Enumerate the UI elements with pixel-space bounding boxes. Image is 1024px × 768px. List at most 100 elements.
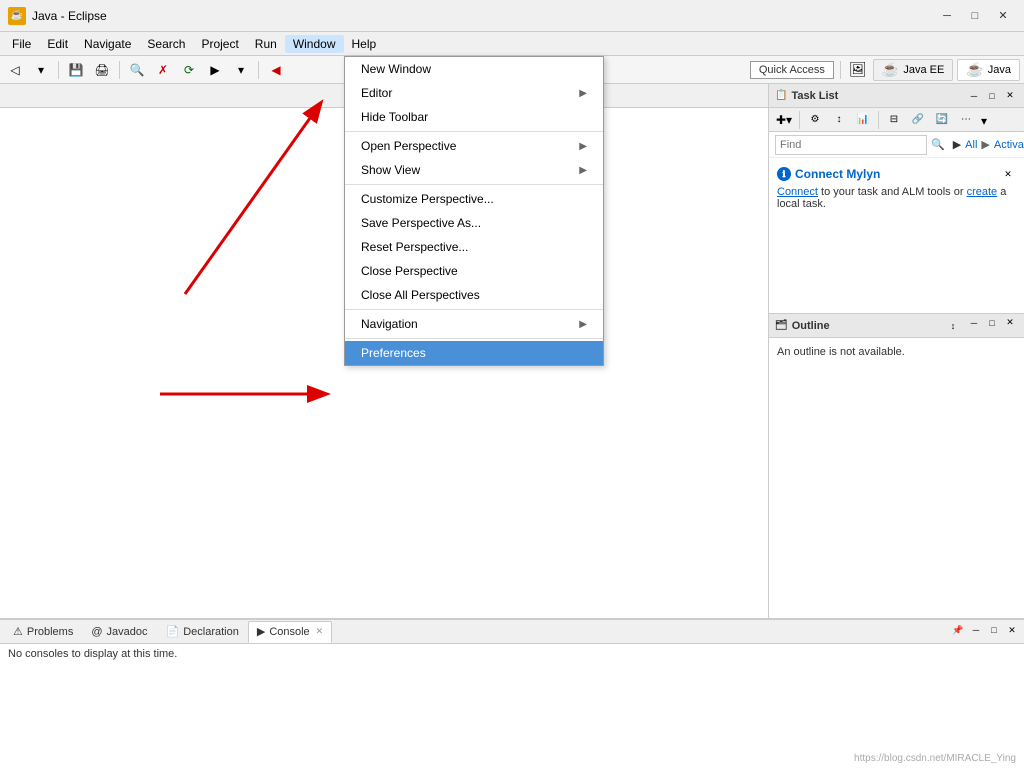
find-activate-chip[interactable]: Activate... [994, 139, 1024, 151]
bottom-maximize[interactable]: □ [986, 622, 1002, 638]
console-close[interactable]: ✕ [316, 626, 324, 637]
toolbar-sep-3 [258, 61, 259, 79]
mylyn-close[interactable]: ✕ [1000, 166, 1016, 182]
navigation-label: Navigation [361, 317, 418, 331]
persp-tab-javaee[interactable]: ☕ Java EE [873, 59, 953, 81]
tasklist-close[interactable]: ✕ [1002, 88, 1018, 104]
toolbar-save[interactable]: 💾 [65, 59, 87, 81]
app-icon: ☕ [8, 7, 26, 25]
task-filter[interactable]: ⚙ [804, 109, 826, 131]
menu-reset-perspective[interactable]: Reset Perspective... [345, 235, 603, 259]
toolbar-refresh[interactable]: ⟳ [178, 59, 200, 81]
quick-access-button[interactable]: Quick Access [750, 61, 834, 79]
persp-icon-btn[interactable]: 🖼 [847, 59, 869, 81]
menu-window[interactable]: Window [285, 35, 344, 53]
menu-search[interactable]: Search [139, 35, 193, 53]
outline-maximize[interactable]: □ [984, 315, 1000, 331]
menu-hide-toolbar[interactable]: Hide Toolbar [345, 105, 603, 129]
find-bar: 🔍 ▶ All ▶ Activate... [769, 132, 1024, 158]
tasklist-minimize[interactable]: ─ [966, 88, 982, 104]
window-dropdown-menu: New Window Editor ▶ Hide Toolbar Open Pe… [344, 56, 604, 366]
task-link[interactable]: 🔗 [907, 109, 929, 131]
window-controls: ─ □ ✕ [934, 5, 1016, 27]
find-arrow-icon: ▶ [953, 138, 961, 151]
menu-edit[interactable]: Edit [39, 35, 76, 53]
menu-customize-perspective[interactable]: Customize Perspective... [345, 187, 603, 211]
bottom-close[interactable]: ✕ [1004, 622, 1020, 638]
menu-close-all-perspectives[interactable]: Close All Perspectives [345, 283, 603, 307]
toolbar-extra[interactable]: ◀ [265, 59, 287, 81]
sep-4 [345, 338, 603, 339]
menu-project[interactable]: Project [193, 35, 246, 53]
task-list-panel: 📋 Task List ─ □ ✕ ✚▾ ⚙ ↕ 📊 ⊟ 🔗 🔄 ⋯ [769, 84, 1024, 314]
menu-file[interactable]: File [4, 35, 39, 53]
connect-link[interactable]: Connect [777, 186, 818, 198]
right-panel: 📋 Task List ─ □ ✕ ✚▾ ⚙ ↕ 📊 ⊟ 🔗 🔄 ⋯ [769, 84, 1024, 618]
tab-console[interactable]: ▶ Console ✕ [248, 621, 332, 643]
menu-open-perspective[interactable]: Open Perspective ▶ [345, 134, 603, 158]
outline-sort[interactable]: ↕ [942, 315, 964, 337]
problems-label: Problems [27, 626, 73, 638]
tab-problems[interactable]: ⚠ Problems [4, 621, 82, 643]
title-bar: ☕ Java - Eclipse ─ □ ✕ [0, 0, 1024, 32]
mylyn-title-text: Connect Mylyn [795, 167, 880, 181]
menu-run[interactable]: Run [247, 35, 285, 53]
maximize-button[interactable]: □ [962, 5, 988, 27]
arrow-overlay [0, 84, 370, 414]
toolbar-search[interactable]: 🔍 [126, 59, 148, 81]
create-link[interactable]: create [967, 186, 998, 198]
toolbar-run[interactable]: ▶ [204, 59, 226, 81]
sep-1 [345, 131, 603, 132]
bottom-panel: ⚠ Problems @ Javadoc 📄 Declaration ▶ Con… [0, 618, 1024, 768]
task-list-title: Task List [791, 90, 838, 102]
menu-navigate[interactable]: Navigate [76, 35, 139, 53]
menu-navigation[interactable]: Navigation ▶ [345, 312, 603, 336]
find-input[interactable] [775, 135, 927, 155]
outline-header: 🗂 Outline ↕ ─ □ ✕ [769, 314, 1024, 338]
persp-tab-java[interactable]: ☕ Java [957, 59, 1020, 81]
task-sort[interactable]: ↕ [828, 109, 850, 131]
task-more[interactable]: ⋯ [955, 109, 977, 131]
menu-help[interactable]: Help [344, 35, 385, 53]
tab-javadoc[interactable]: @ Javadoc [82, 621, 156, 643]
app-title: Java - Eclipse [32, 9, 934, 23]
task-toolbar: ✚▾ ⚙ ↕ 📊 ⊟ 🔗 🔄 ⋯ ▾ [769, 108, 1024, 132]
bottom-pin[interactable]: 📌 [950, 622, 966, 638]
menu-close-perspective[interactable]: Close Perspective [345, 259, 603, 283]
menu-bar: File Edit Navigate Search Project Run Wi… [0, 32, 1024, 56]
open-perspective-label: Open Perspective [361, 139, 456, 153]
task-group[interactable]: 📊 [852, 109, 874, 131]
menu-preferences[interactable]: Preferences [345, 341, 603, 365]
new-window-label: New Window [361, 62, 431, 76]
task-sep [799, 111, 800, 129]
preferences-label: Preferences [361, 346, 426, 360]
task-new-dropdown[interactable]: ✚▾ [773, 109, 795, 131]
menu-editor[interactable]: Editor ▶ [345, 81, 603, 105]
find-all-chip[interactable]: All [965, 139, 977, 151]
minimize-button[interactable]: ─ [934, 5, 960, 27]
task-sync[interactable]: 🔄 [931, 109, 953, 131]
tab-declaration[interactable]: 📄 Declaration [157, 621, 248, 643]
close-perspective-label: Close Perspective [361, 264, 458, 278]
qa-section: Quick Access 🖼 ☕ Java EE ☕ Java [750, 59, 1020, 81]
outline-minimize[interactable]: ─ [966, 315, 982, 331]
toolbar-back[interactable]: ◁ [4, 59, 26, 81]
quick-access-label: Quick Access [759, 64, 825, 76]
menu-save-perspective-as[interactable]: Save Perspective As... [345, 211, 603, 235]
bottom-minimize[interactable]: ─ [968, 622, 984, 638]
toolbar-dropdown1[interactable]: ▾ [30, 59, 52, 81]
toolbar-run-dropdown[interactable]: ▾ [230, 59, 252, 81]
mylyn-text: Connect to your task and ALM tools or cr… [777, 186, 1016, 210]
menu-new-window[interactable]: New Window [345, 57, 603, 81]
outline-close[interactable]: ✕ [1002, 315, 1018, 331]
close-all-perspectives-label: Close All Perspectives [361, 288, 480, 302]
toolbar-stop[interactable]: ✗ [152, 59, 174, 81]
toolbar-print[interactable]: 🖨 [91, 59, 113, 81]
tasklist-maximize[interactable]: □ [984, 88, 1000, 104]
task-collapse[interactable]: ⊟ [883, 109, 905, 131]
problems-icon: ⚠ [13, 625, 23, 638]
menu-show-view[interactable]: Show View ▶ [345, 158, 603, 182]
close-button[interactable]: ✕ [990, 5, 1016, 27]
editor-arrow: ▶ [579, 88, 587, 99]
hide-toolbar-label: Hide Toolbar [361, 110, 428, 124]
